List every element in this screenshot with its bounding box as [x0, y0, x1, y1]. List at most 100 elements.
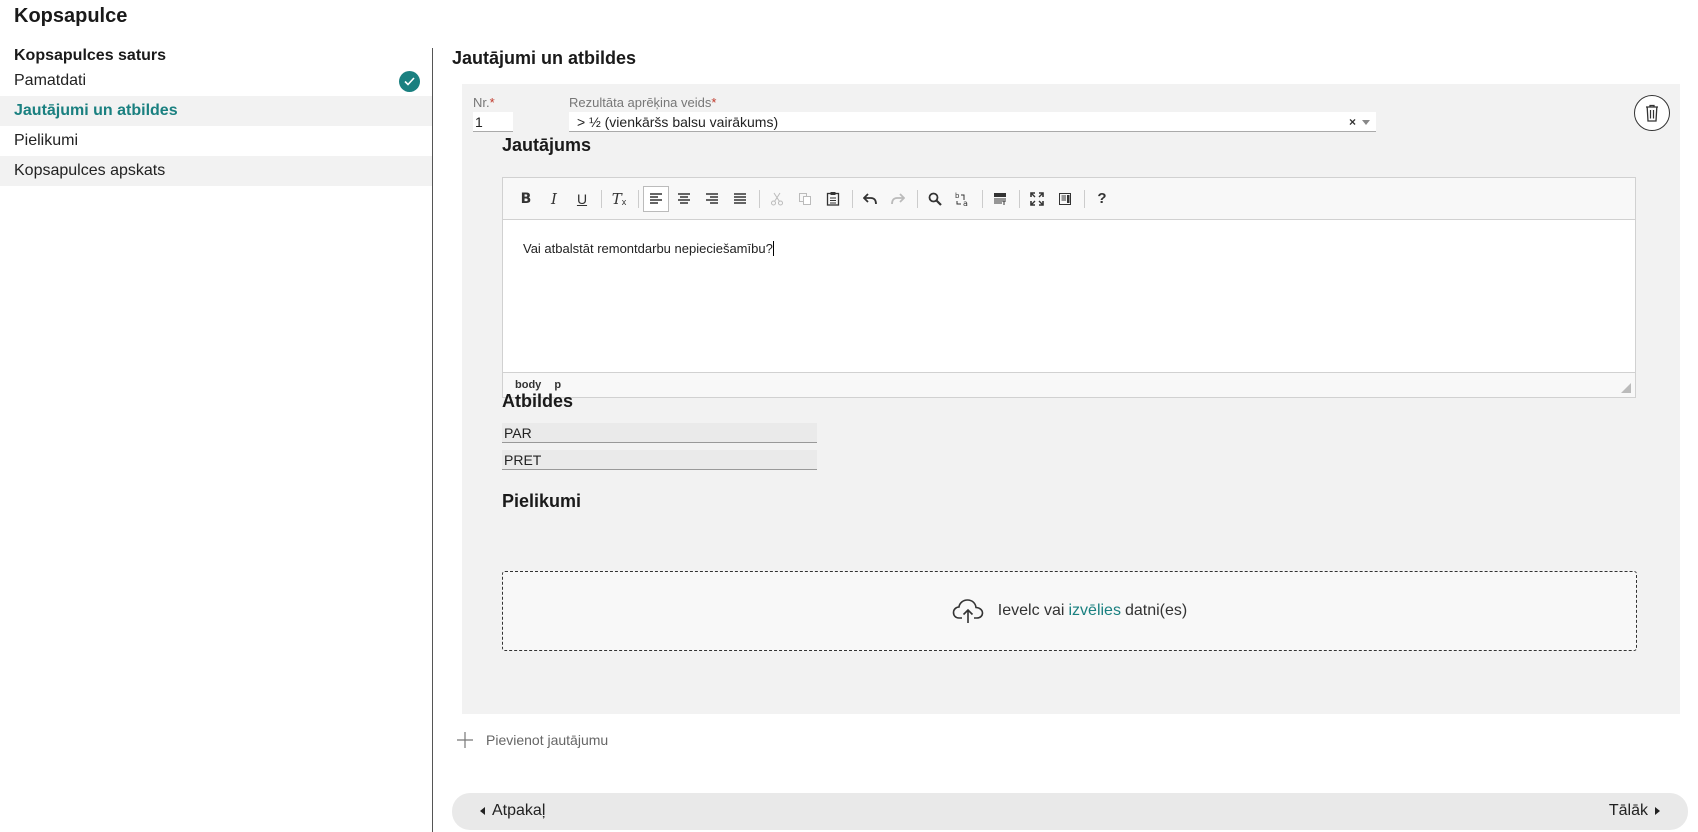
required-mark: *	[711, 95, 717, 110]
replace-icon: ba	[955, 192, 968, 207]
answers-title: Atbildes	[502, 391, 574, 411]
answer-input[interactable]: PAR	[502, 423, 817, 443]
svg-text:a: a	[963, 199, 968, 207]
delete-question-button[interactable]	[1634, 95, 1670, 131]
dropzone-text: Ievelc vai	[997, 602, 1065, 619]
choose-files-link[interactable]: izvēlies	[1068, 602, 1120, 620]
svg-text:b: b	[955, 192, 960, 200]
paste-button[interactable]	[820, 186, 846, 212]
search-icon	[928, 192, 942, 206]
bold-button[interactable]: B	[513, 186, 539, 212]
path-item-p[interactable]: p	[554, 379, 561, 391]
underline-button[interactable]: U	[569, 186, 595, 212]
plus-icon	[457, 732, 473, 748]
clear-icon[interactable]: ×	[1349, 112, 1356, 132]
undo-icon	[863, 192, 877, 204]
toolbar-separator	[601, 189, 602, 208]
preview-button[interactable]	[1052, 186, 1078, 212]
question-text: Vai atbalstāt remontdarbu nepieciešamību…	[523, 241, 773, 256]
toolbar-separator	[852, 189, 853, 208]
editor-elements-path: body p	[503, 372, 1635, 397]
show-blocks-icon	[994, 192, 1006, 205]
cut-button[interactable]	[764, 186, 790, 212]
sidebar-item-label: Jautājumi un atbildes	[14, 102, 178, 119]
help-button[interactable]: ?	[1089, 186, 1115, 212]
chevron-right-icon	[1655, 807, 1660, 815]
required-mark: *	[489, 95, 495, 110]
attachments-title: Pielikumi	[502, 491, 582, 511]
align-center-icon	[678, 192, 690, 204]
text-cursor: ​	[772, 241, 774, 256]
toolbar-separator	[917, 189, 918, 208]
next-label: Tālāk	[1608, 802, 1648, 819]
resize-handle[interactable]	[1621, 383, 1631, 393]
chevron-down-icon[interactable]	[1362, 120, 1370, 125]
sidebar-item-label: Pielikumi	[14, 132, 79, 149]
toolbar-separator	[638, 189, 639, 208]
align-right-icon	[706, 192, 718, 204]
calc-type-label-text: Rezultāta aprēķina veids	[569, 95, 712, 110]
sidebar-item-apskats[interactable]: Kopsapulces apskats	[0, 156, 432, 186]
question-card: Nr.* Rezultāta aprēķina veids* > ½ (vien…	[462, 84, 1680, 714]
file-dropzone[interactable]: Ievelc vai izvēlies datni(es)	[502, 571, 1637, 651]
section-title: Jautājumi un atbildes	[452, 48, 637, 68]
editor-toolbar: B I U Tx b a ?	[503, 178, 1635, 220]
path-item-body[interactable]: body	[515, 379, 541, 391]
sidebar-heading: Kopsapulces saturs	[14, 47, 167, 64]
sidebar-item-jautajumi[interactable]: Jautājumi un atbildes	[0, 96, 432, 126]
remove-format-button[interactable]: Tx	[606, 186, 632, 212]
calc-type-select[interactable]: > ½ (vienkāršs balsu vairākums) ×	[569, 112, 1376, 132]
undo-button[interactable]	[857, 186, 883, 212]
toolbar-separator	[1019, 189, 1020, 208]
align-right-button[interactable]	[699, 186, 725, 212]
align-justify-icon	[734, 192, 746, 204]
dropzone-text-suffix: datni(es)	[1124, 602, 1188, 619]
toolbar-separator	[1084, 189, 1085, 208]
scissors-icon	[771, 192, 783, 205]
sidebar-item-label: Pamatdati	[14, 72, 87, 89]
nr-label: Nr.*	[473, 95, 495, 110]
back-button[interactable]: Atpakaļ	[480, 802, 545, 820]
sidebar-item-label: Kopsapulces apskats	[14, 162, 166, 179]
answer-input[interactable]: PRET	[502, 450, 817, 470]
sidebar-item-pamatdati[interactable]: Pamatdati	[0, 66, 432, 96]
page-title: Kopsapulce	[14, 5, 128, 27]
nr-input[interactable]	[473, 112, 513, 132]
next-button[interactable]: Tālāk	[1609, 802, 1660, 820]
back-label: Atpakaļ	[492, 802, 546, 819]
maximize-button[interactable]	[1024, 186, 1050, 212]
maximize-icon	[1030, 191, 1044, 206]
preview-icon	[1059, 192, 1071, 205]
italic-button[interactable]: I	[541, 186, 567, 212]
cloud-upload-icon	[952, 598, 984, 624]
calc-type-label: Rezultāta aprēķina veids*	[569, 95, 716, 110]
copy-icon	[799, 192, 811, 205]
sidebar-item-pielikumi[interactable]: Pielikumi	[0, 126, 432, 156]
clipboard-icon	[826, 192, 840, 206]
toolbar-separator	[759, 189, 760, 208]
align-left-button[interactable]	[643, 185, 669, 212]
copy-button[interactable]	[792, 186, 818, 212]
calc-type-value: > ½ (vienkāršs balsu vairākums)	[577, 114, 779, 130]
replace-button[interactable]: ba	[950, 186, 976, 212]
align-center-button[interactable]	[671, 186, 697, 212]
redo-button[interactable]	[885, 186, 911, 212]
align-left-icon	[650, 192, 662, 204]
find-button[interactable]	[922, 186, 948, 212]
add-question-label: Pievienot jautājumu	[486, 732, 609, 748]
rich-text-editor: B I U Tx b a ? Vai atbalstāt remontdarbu…	[502, 177, 1636, 398]
add-question-button[interactable]: Pievienot jautājumu	[456, 731, 608, 749]
check-icon	[399, 71, 420, 92]
show-blocks-button[interactable]	[987, 186, 1013, 212]
align-justify-button[interactable]	[727, 186, 753, 212]
question-title: Jautājums	[502, 135, 592, 155]
trash-icon	[1646, 104, 1658, 122]
sidebar: Kopsapulces saturs Pamatdati Jautājumi u…	[0, 46, 432, 186]
nr-label-text: Nr.	[473, 95, 490, 110]
editor-content[interactable]: Vai atbalstāt remontdarbu nepieciešamību…	[503, 220, 1635, 372]
wizard-footer: Atpakaļ Tālāk	[452, 793, 1688, 830]
toolbar-separator	[982, 189, 983, 208]
redo-icon	[891, 192, 905, 204]
vertical-divider	[432, 48, 433, 832]
chevron-left-icon	[480, 807, 485, 815]
